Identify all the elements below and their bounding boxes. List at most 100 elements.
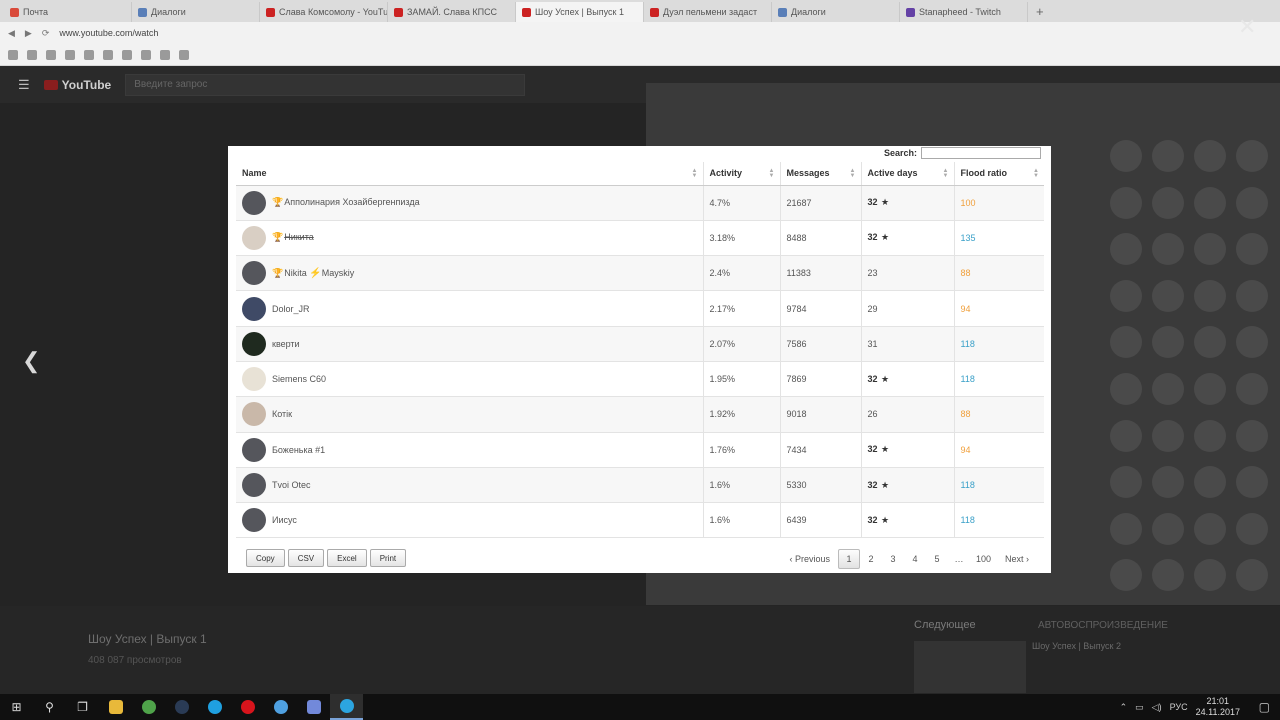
sticker[interactable] [1110, 326, 1142, 359]
sticker[interactable] [1236, 372, 1268, 405]
user-name[interactable]: Иисус [272, 515, 297, 525]
task-view-icon[interactable]: ❐ [66, 694, 99, 720]
sticker[interactable] [1152, 372, 1184, 405]
user-name[interactable]: кверти [272, 339, 300, 349]
youtube-search-input[interactable]: Введите запрос [125, 74, 526, 96]
sticker[interactable] [1152, 233, 1184, 266]
steam-icon[interactable] [165, 694, 198, 720]
sticker[interactable] [1110, 233, 1142, 266]
sticker[interactable] [1152, 279, 1184, 312]
bookmark-icon[interactable] [65, 49, 75, 60]
browser-tab[interactable]: Дуэл пельмени задаст [644, 2, 772, 22]
column-header-flood-ratio[interactable]: Flood ratio ▲ ▼ [953, 162, 1044, 186]
sticker[interactable] [1152, 419, 1184, 452]
bookmark-icon[interactable] [84, 49, 94, 60]
page-button[interactable]: 2 [860, 549, 882, 569]
column-header-activity[interactable]: Activity ▲ ▼ [702, 162, 780, 186]
url-field[interactable]: www.youtube.com/watch [59, 28, 158, 38]
browser-tab[interactable]: ЗАМАЙ. Слава КПСС [388, 2, 516, 22]
network-icon[interactable]: ▭ [1135, 702, 1144, 713]
autoplay-toggle[interactable]: АВТОВОСПРОИЗВЕДЕНИЕ [1038, 620, 1168, 631]
sticker[interactable] [1236, 559, 1268, 592]
page-button[interactable]: 5 [926, 549, 948, 569]
sticker[interactable] [1110, 512, 1142, 545]
search-icon[interactable]: ⚲ [33, 694, 66, 720]
page-button[interactable]: 100 [970, 549, 997, 569]
table-row[interactable]: 🏆Nikita ⚡Mayskiy 2.4% 11383 23 88 [236, 255, 1044, 292]
user-name[interactable]: Nikita [284, 268, 307, 278]
sticker[interactable] [1236, 186, 1268, 219]
xbox-icon[interactable] [132, 694, 165, 720]
previous-page-button[interactable]: ‹ Previous [781, 549, 838, 569]
new-tab-button[interactable]: + [1028, 4, 1052, 19]
search-input[interactable] [921, 147, 1041, 159]
reload-icon[interactable]: ⟳ [42, 28, 50, 39]
user-name[interactable]: Tvoi Otec [272, 480, 311, 490]
sticker[interactable] [1194, 140, 1226, 172]
next-video-thumbnail[interactable] [914, 641, 1026, 693]
sticker[interactable] [1236, 279, 1268, 312]
bookmark-icon[interactable] [122, 49, 132, 60]
column-header-name[interactable]: Name ▲ ▼ [236, 162, 703, 186]
browser-tab[interactable]: Диалоги [772, 2, 900, 22]
sticker[interactable] [1194, 419, 1226, 452]
sticker[interactable] [1152, 512, 1184, 545]
back-icon[interactable]: ◀ [8, 28, 15, 39]
sticker[interactable] [1152, 559, 1184, 592]
close-icon[interactable]: ✕ [1238, 16, 1256, 38]
table-row[interactable]: 🏆Апполинария Хозайбергенпизда 4.7% 21687 32… [236, 185, 1044, 221]
table-row[interactable]: кверти 2.07% 7586 31 118 [236, 326, 1044, 362]
sticker[interactable] [1110, 186, 1142, 219]
bookmark-icon[interactable] [179, 49, 189, 60]
user-name[interactable]: Котік [272, 409, 292, 419]
discord-icon[interactable] [297, 694, 330, 720]
sticker[interactable] [1236, 419, 1268, 452]
browser-tab[interactable]: Шоу Успех | Выпуск 1 [516, 2, 644, 22]
sticker[interactable] [1194, 326, 1226, 359]
table-row[interactable]: Siemens C60 1.95% 7869 32 ★ 118 [236, 361, 1044, 398]
sticker[interactable] [1152, 140, 1184, 172]
sticker[interactable] [1194, 512, 1226, 545]
copy-button[interactable]: Copy [246, 549, 285, 567]
excel-button[interactable]: Excel [327, 549, 367, 567]
next-video-title[interactable]: Шоу Успех | Выпуск 2 [1032, 641, 1121, 651]
volume-icon[interactable]: ◁) [1152, 702, 1162, 713]
page-button[interactable]: 4 [904, 549, 926, 569]
sticker[interactable] [1152, 466, 1184, 499]
sticker[interactable] [1236, 140, 1268, 172]
page-button[interactable]: 3 [882, 549, 904, 569]
print-button[interactable]: Print [369, 549, 407, 567]
browser-tab[interactable]: Stanapheed - Twitch [900, 2, 1028, 22]
sticker[interactable] [1194, 559, 1226, 592]
bookmark-icon[interactable] [160, 49, 170, 60]
user-name[interactable]: Апполинария Хозайбергенпизда [284, 197, 419, 207]
bookmark-icon[interactable] [141, 49, 151, 60]
user-name[interactable]: Никита [284, 232, 314, 242]
user-name[interactable]: Боженька #1 [272, 445, 325, 455]
start-icon[interactable]: ⊞ [0, 694, 33, 720]
next-page-button[interactable]: Next › [997, 549, 1037, 569]
sticker[interactable] [1110, 466, 1142, 499]
sticker[interactable] [1110, 140, 1142, 172]
sticker[interactable] [1152, 186, 1184, 219]
page-button[interactable]: 1 [837, 549, 860, 569]
language-indicator[interactable]: РУС [1170, 702, 1188, 712]
sticker[interactable] [1236, 326, 1268, 359]
previous-arrow-icon[interactable]: ❮ [22, 348, 40, 374]
file-explorer-icon[interactable] [99, 694, 132, 720]
table-row[interactable]: Dolor_JR 2.17% 9784 29 94 [236, 290, 1044, 327]
bookmark-icon[interactable] [103, 49, 113, 60]
menu-icon[interactable]: ☰ [18, 77, 30, 93]
sticker[interactable] [1110, 372, 1142, 405]
table-row[interactable]: Котік 1.92% 9018 26 88 [236, 396, 1044, 433]
sticker[interactable] [1194, 233, 1226, 266]
column-header-active-days[interactable]: Active days ▲ ▼ [860, 162, 954, 186]
sticker[interactable] [1194, 186, 1226, 219]
column-header-messages[interactable]: Messages ▲ ▼ [779, 162, 861, 186]
browser-tab[interactable]: Почта [4, 2, 132, 22]
bookmark-icon[interactable] [27, 49, 37, 60]
sticker[interactable] [1110, 419, 1142, 452]
bookmark-icon[interactable] [46, 49, 56, 60]
browser-tab[interactable]: Слава Комсомолу - YouTube [260, 2, 388, 22]
sticker[interactable] [1110, 559, 1142, 592]
